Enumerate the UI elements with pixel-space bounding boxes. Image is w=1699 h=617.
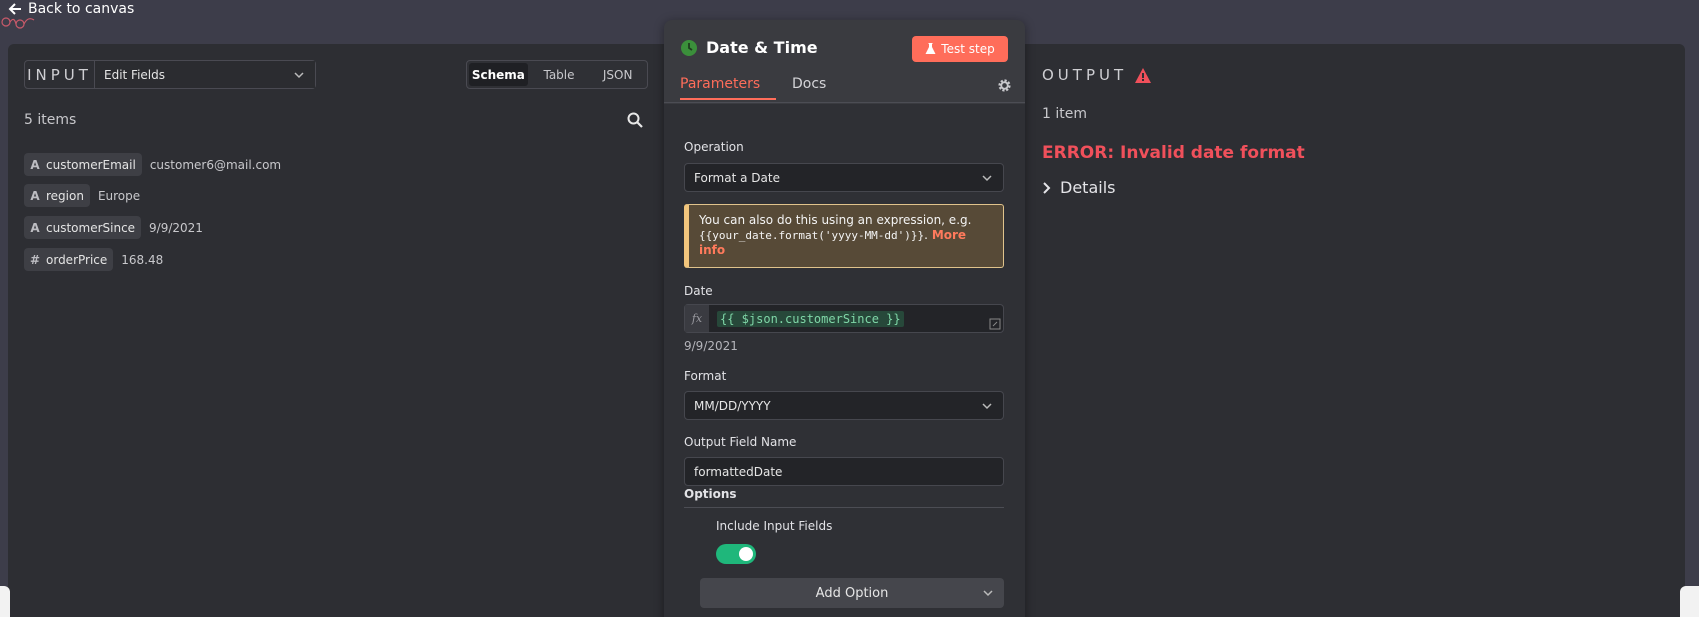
fx-icon: fx xyxy=(685,305,709,332)
field-value: 9/9/2021 xyxy=(149,220,203,235)
output-field-value: formattedDate xyxy=(694,464,783,479)
field-value: Europe xyxy=(97,188,141,203)
warning-icon xyxy=(1135,67,1152,83)
notice-text: You can also do this using an expression… xyxy=(699,213,972,227)
string-type-icon: A xyxy=(30,188,40,203)
format-select[interactable]: MM/DD/YYYY xyxy=(684,391,1004,420)
field-value: customer6@mail.com xyxy=(149,157,282,172)
field-pill[interactable]: AcustomerSince xyxy=(24,216,142,239)
toggle-knob xyxy=(739,547,753,561)
field-name: customerSince xyxy=(46,220,136,235)
notice-punct: . xyxy=(924,228,928,242)
chevron-down-icon xyxy=(982,174,992,181)
schema-row: AcustomerEmail customer6@mail.com xyxy=(24,153,281,176)
details-label: Details xyxy=(1060,178,1116,197)
output-field-input[interactable]: formattedDate xyxy=(684,457,1004,486)
details-toggle[interactable]: Details xyxy=(1042,178,1115,197)
view-switcher: Schema Table JSON xyxy=(466,60,648,89)
input-node-select[interactable]: Edit Fields xyxy=(95,61,315,88)
field-pill[interactable]: # orderPrice xyxy=(24,248,114,271)
date-expression-input[interactable]: fx {{ $json.customerSince }} xyxy=(684,304,1004,333)
right-edge-handle xyxy=(1680,586,1699,617)
output-label: OUTPUT xyxy=(1042,66,1128,84)
field-name: orderPrice xyxy=(46,252,108,267)
view-json-tab[interactable]: JSON xyxy=(588,61,647,88)
number-type-icon: # xyxy=(29,252,41,267)
schema-row: Aregion Europe xyxy=(24,184,140,207)
test-step-button[interactable]: Test step xyxy=(912,36,1008,62)
output-header: OUTPUT xyxy=(1042,66,1152,84)
gear-icon[interactable] xyxy=(997,78,1012,93)
field-name: customerEmail xyxy=(46,157,136,172)
notice-code: {{your_date.format('yyyy-MM-dd')}} xyxy=(699,229,925,242)
node-title-text: Date & Time xyxy=(706,38,818,57)
operation-label: Operation xyxy=(684,140,744,154)
include-input-label: Include Input Fields xyxy=(716,519,833,533)
field-value: 168.48 xyxy=(121,252,164,267)
format-select-value: MM/DD/YYYY xyxy=(694,398,771,413)
field-name: region xyxy=(46,188,84,203)
operation-select-value: Format a Date xyxy=(694,170,780,185)
string-type-icon: A xyxy=(30,220,40,235)
back-to-canvas-link[interactable]: Back to canvas xyxy=(8,0,134,18)
input-header: INPUT Edit Fields xyxy=(24,60,316,89)
parameters-body: Operation Format a Date You can also do … xyxy=(664,104,1025,617)
schema-row: AcustomerSince 9/9/2021 xyxy=(24,216,203,239)
back-to-canvas-label: Back to canvas xyxy=(28,1,135,17)
view-schema-tab[interactable]: Schema xyxy=(469,63,528,86)
operation-select[interactable]: Format a Date xyxy=(684,163,1004,192)
view-table-tab[interactable]: Table xyxy=(530,61,589,88)
flask-icon xyxy=(925,43,936,54)
error-message: ERROR: Invalid date format xyxy=(1042,143,1305,163)
date-preview: 9/9/2021 xyxy=(684,339,738,353)
chevron-down-icon xyxy=(982,402,992,409)
clock-icon xyxy=(681,39,697,56)
tab-docs[interactable]: Docs xyxy=(792,76,826,92)
input-node-select-value: Edit Fields xyxy=(104,67,166,82)
input-label: INPUT xyxy=(25,61,95,88)
date-expression-text: {{ $json.customerSince }} xyxy=(717,310,904,327)
chevron-right-icon xyxy=(1043,181,1051,194)
node-tabs: Parameters Docs xyxy=(664,76,1025,103)
options-heading: Options xyxy=(684,487,1004,508)
expression-notice: You can also do this using an expression… xyxy=(684,204,1004,268)
search-icon[interactable] xyxy=(627,112,643,128)
test-step-label: Test step xyxy=(941,42,995,56)
add-option-label: Add Option xyxy=(815,585,889,601)
tab-parameters[interactable]: Parameters xyxy=(680,76,777,100)
chevron-down-icon xyxy=(294,71,304,78)
output-items-count: 1 item xyxy=(1042,106,1087,122)
chevron-down-icon xyxy=(983,590,993,597)
add-option-button[interactable]: Add Option xyxy=(700,578,1004,608)
schema-row: # orderPrice 168.48 xyxy=(24,248,163,271)
output-field-label: Output Field Name xyxy=(684,435,797,449)
string-type-icon: A xyxy=(30,157,40,172)
format-label: Format xyxy=(684,369,727,383)
node-parameters-panel: Date & Time Test step Parameters Docs Op… xyxy=(664,20,1025,617)
input-items-count: 5 items xyxy=(24,112,77,128)
field-pill[interactable]: AcustomerEmail xyxy=(24,153,142,176)
field-pill[interactable]: Aregion xyxy=(24,184,90,207)
left-edge-handle xyxy=(0,586,10,617)
date-label: Date xyxy=(684,284,713,298)
include-input-toggle[interactable] xyxy=(716,544,756,564)
expand-icon[interactable] xyxy=(989,318,1001,330)
arrow-left-icon xyxy=(8,3,21,15)
node-title: Date & Time xyxy=(680,38,818,57)
